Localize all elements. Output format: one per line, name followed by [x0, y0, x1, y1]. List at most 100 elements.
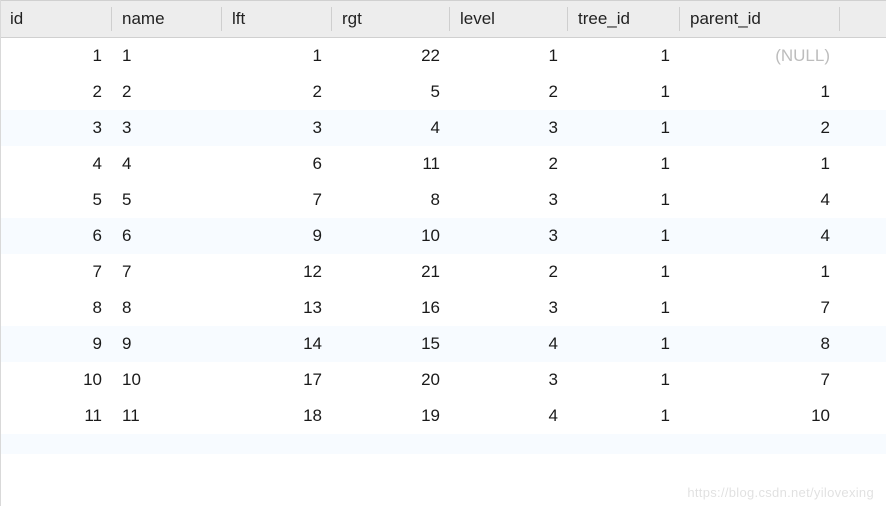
- cell-value: 12: [303, 262, 322, 281]
- cell-rgt: 8: [332, 182, 450, 218]
- cell-name: 7: [112, 254, 222, 290]
- cell-value: 5: [431, 82, 440, 101]
- cell-tree_id: 1: [568, 182, 680, 218]
- cell-id: 9: [0, 326, 112, 362]
- cell-parent_id: 1: [680, 146, 840, 182]
- cell-rgt: 20: [332, 362, 450, 398]
- cell-value: 2: [821, 118, 830, 137]
- cell-rgt: 5: [332, 74, 450, 110]
- cell-_tail: [840, 146, 886, 182]
- cell-name: 1: [112, 38, 222, 75]
- cell-value: 11: [122, 406, 140, 425]
- cell-value: 2: [93, 82, 102, 101]
- column-header-label: id: [10, 9, 23, 28]
- cell-value: (NULL): [775, 46, 830, 65]
- column-header-rgt[interactable]: rgt: [332, 1, 450, 38]
- cell-id: 5: [0, 182, 112, 218]
- cell-value: 20: [421, 370, 440, 389]
- cell-value: 19: [421, 406, 440, 425]
- cell-lft: 3: [222, 110, 332, 146]
- column-header-parent_id[interactable]: parent_id: [680, 1, 840, 38]
- cell-tree_id: 1: [568, 110, 680, 146]
- cell-value: 4: [431, 118, 440, 137]
- column-header-level[interactable]: level: [450, 1, 568, 38]
- cell-id: 3: [0, 110, 112, 146]
- column-header-label: rgt: [342, 9, 362, 28]
- cell-tree_id: 1: [568, 218, 680, 254]
- cell-value: 6: [122, 226, 131, 245]
- table-row[interactable]: 111118194110: [0, 398, 886, 434]
- cell-name: 3: [112, 110, 222, 146]
- cell-_tail: [840, 398, 886, 434]
- cell-name: 8: [112, 290, 222, 326]
- cell-id: 10: [0, 362, 112, 398]
- column-header-lft[interactable]: lft: [222, 1, 332, 38]
- cell-_tail: [840, 74, 886, 110]
- cell-value: 2: [549, 82, 558, 101]
- cell-level: 3: [450, 110, 568, 146]
- cell-value: 1: [122, 46, 131, 65]
- table-row[interactable]: 991415418: [0, 326, 886, 362]
- column-header-label: level: [460, 9, 495, 28]
- cell-level: 2: [450, 146, 568, 182]
- cell-_tail: [840, 290, 886, 326]
- table-row[interactable]: 66910314: [0, 218, 886, 254]
- cell-value: 1: [821, 82, 830, 101]
- table-row[interactable]: 5578314: [0, 182, 886, 218]
- cell-name: 11: [112, 398, 222, 434]
- cell-value: 7: [313, 190, 322, 209]
- column-header-id[interactable]: id: [0, 1, 112, 38]
- cell-lft: 18: [222, 398, 332, 434]
- table-row[interactable]: 2225211: [0, 74, 886, 110]
- table-row[interactable]: 10101720317: [0, 362, 886, 398]
- cell-value: 22: [421, 46, 440, 65]
- cell-tree_id: 1: [568, 254, 680, 290]
- cell-value: 3: [122, 118, 131, 137]
- column-header-name[interactable]: name: [112, 1, 222, 38]
- column-header-label: lft: [232, 9, 245, 28]
- cell-value: 11: [84, 406, 102, 425]
- cell-value: 17: [303, 370, 322, 389]
- bottom-stripe: [0, 434, 886, 454]
- cell-value: 3: [313, 118, 322, 137]
- cell-lft: 6: [222, 146, 332, 182]
- cell-id: 6: [0, 218, 112, 254]
- cell-value: 7: [122, 262, 131, 281]
- cell-value: 21: [421, 262, 440, 281]
- cell-tree_id: 1: [568, 398, 680, 434]
- cell-value: 9: [93, 334, 102, 353]
- column-header-_tail[interactable]: [840, 1, 886, 38]
- cell-value: 6: [313, 154, 322, 173]
- cell-lft: 13: [222, 290, 332, 326]
- table-row[interactable]: 881316317: [0, 290, 886, 326]
- table-row[interactable]: 44611211: [0, 146, 886, 182]
- table-row[interactable]: 1112211(NULL): [0, 38, 886, 75]
- cell-value: 3: [549, 298, 558, 317]
- cell-value: 3: [93, 118, 102, 137]
- cell-_tail: [840, 182, 886, 218]
- cell-name: 4: [112, 146, 222, 182]
- cell-parent_id: 1: [680, 254, 840, 290]
- table-row[interactable]: 3334312: [0, 110, 886, 146]
- cell-tree_id: 1: [568, 38, 680, 75]
- cell-value: 1: [313, 46, 322, 65]
- cell-value: 9: [313, 226, 322, 245]
- cell-value: 4: [122, 154, 131, 173]
- column-header-label: name: [122, 9, 165, 28]
- column-header-tree_id[interactable]: tree_id: [568, 1, 680, 38]
- cell-value: 1: [661, 226, 670, 245]
- cell-value: 1: [661, 370, 670, 389]
- cell-value: 14: [303, 334, 322, 353]
- cell-parent_id: 8: [680, 326, 840, 362]
- cell-parent_id: 4: [680, 182, 840, 218]
- column-header-label: tree_id: [578, 9, 630, 28]
- cell-value: 10: [122, 370, 141, 389]
- cell-tree_id: 1: [568, 290, 680, 326]
- cell-level: 4: [450, 398, 568, 434]
- cell-lft: 12: [222, 254, 332, 290]
- header-row: id name lft rgt level tree_id parent_id: [0, 1, 886, 38]
- table-row[interactable]: 771221211: [0, 254, 886, 290]
- cell-rgt: 21: [332, 254, 450, 290]
- cell-value: 1: [661, 118, 670, 137]
- cell-_tail: [840, 362, 886, 398]
